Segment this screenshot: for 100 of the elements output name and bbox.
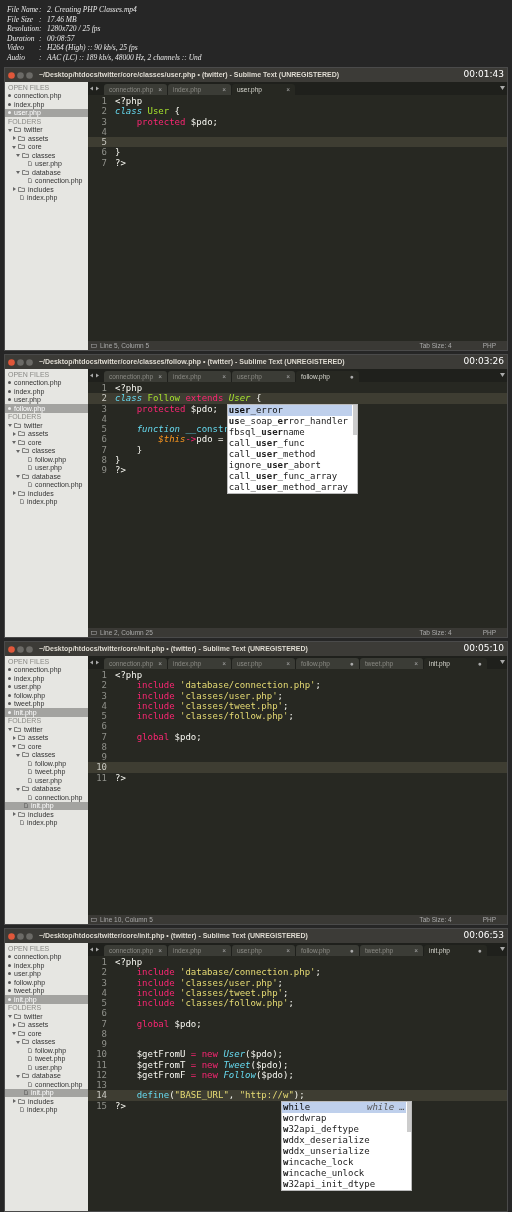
- bullet-icon: [8, 676, 11, 680]
- line-number: 2: [100, 106, 108, 117]
- bullet-icon: [8, 989, 11, 993]
- folder-icon: [18, 490, 25, 496]
- completion-item[interactable]: call_user_method_array: [227, 481, 352, 493]
- completion-item[interactable]: while while …: [281, 1101, 406, 1113]
- code-line: <?php: [115, 96, 143, 107]
- caret-down-icon: [500, 373, 505, 377]
- line-number: 7: [100, 731, 108, 742]
- caret-right-icon: [12, 187, 16, 192]
- completion-item[interactable]: fbsql_username: [227, 426, 352, 438]
- bullet-icon: [8, 111, 11, 115]
- line-number: 11: [95, 1059, 108, 1070]
- bullet-icon: [8, 997, 11, 1001]
- line-number: 2: [100, 967, 108, 978]
- line-number: 5: [100, 424, 108, 435]
- caret-down-icon: [8, 127, 12, 132]
- line-number: 12: [95, 1069, 108, 1080]
- video-timestamp: 00:05:10: [463, 642, 504, 656]
- line-number: 7: [100, 157, 108, 168]
- line-number: 11: [95, 772, 108, 783]
- close-icon: [8, 645, 15, 653]
- video-timestamp: 00:01:43: [463, 68, 504, 82]
- folder-icon: [18, 1098, 25, 1104]
- maximize-icon: [26, 71, 33, 79]
- line-number: 1: [100, 96, 108, 107]
- bullet-icon: [8, 685, 11, 689]
- caret-down-icon: [8, 1014, 12, 1019]
- completion-item[interactable]: wincache_unlock: [281, 1167, 406, 1179]
- bullet-icon: [8, 972, 11, 976]
- bullet-icon: [8, 693, 11, 697]
- code-line: <?php: [115, 383, 143, 394]
- file-icon: [28, 482, 32, 488]
- completion-item[interactable]: ignore_user_abort: [227, 459, 352, 471]
- completion-item[interactable]: wordwrap: [281, 1112, 406, 1124]
- scrollbar-thumb[interactable]: [406, 1101, 411, 1132]
- panel-icon: [91, 630, 97, 635]
- code-line: protected $pdo;: [135, 116, 218, 127]
- bullet-icon: [8, 102, 11, 106]
- line-number: 5: [100, 711, 108, 722]
- completion-item[interactable]: call_user_func: [227, 437, 352, 449]
- minimize-icon: [17, 358, 24, 366]
- bullet-icon: [8, 980, 11, 984]
- code-line: $getFromT = new Tweet($pdo);: [135, 1059, 289, 1070]
- line-number: 8: [100, 741, 108, 752]
- code-line: $getFromF = new Follow($pdo);: [135, 1069, 294, 1080]
- completion-item[interactable]: user_error: [227, 404, 352, 416]
- bullet-icon: [8, 710, 11, 714]
- minimize-icon: [17, 645, 24, 653]
- tab-scroll-icon: [90, 947, 101, 952]
- completion-item[interactable]: call_user_method: [227, 448, 352, 460]
- maximize-icon: [26, 645, 33, 653]
- code-line: ?>: [115, 1100, 126, 1111]
- caret-right-icon: [12, 136, 16, 141]
- line-number: 6: [100, 1008, 108, 1019]
- line-number: 5: [100, 998, 108, 1009]
- line-number: 6: [100, 147, 108, 158]
- tab-scroll-icon: [90, 373, 101, 378]
- bullet-icon: [8, 963, 11, 967]
- line-number: 8: [100, 1028, 108, 1039]
- completion-item[interactable]: w32api_init_dtype: [281, 1178, 406, 1190]
- folder-icon: [22, 786, 29, 792]
- caret-right-icon: [12, 491, 16, 496]
- completion-item[interactable]: wincache_lock: [281, 1156, 406, 1168]
- completion-item[interactable]: call_user_func_array: [227, 470, 352, 482]
- code-line: include 'classes/follow.php';: [135, 998, 294, 1009]
- panel-icon: [91, 343, 97, 348]
- caret-down-icon: [16, 786, 20, 791]
- line-number: 1: [100, 383, 108, 394]
- bullet-icon: [8, 381, 11, 385]
- tab-scroll-icon: [90, 86, 101, 91]
- completion-item[interactable]: use_soap_error_handler: [227, 415, 352, 427]
- code-line: define("BASE_URL", "http://w");: [135, 1090, 305, 1101]
- folder-icon: [22, 169, 29, 175]
- code-line: class Follow extends User {: [115, 393, 262, 404]
- completion-item[interactable]: wddx_deserialize: [281, 1134, 406, 1146]
- completion-item[interactable]: w32api_deftype: [281, 1123, 406, 1135]
- caret-down-icon: [500, 947, 505, 951]
- bullet-icon: [8, 94, 11, 98]
- scrollbar-thumb[interactable]: [352, 404, 357, 435]
- completion-item[interactable]: wddx_unserialize: [281, 1145, 406, 1157]
- line-number: 15: [95, 1100, 108, 1111]
- file-icon: [20, 195, 24, 201]
- code-line: include 'classes/tweet.php';: [135, 700, 289, 711]
- caret-right-icon: [12, 812, 16, 817]
- folder-icon: [22, 1073, 29, 1079]
- caret-down-icon: [16, 170, 20, 175]
- caret-down-icon: [500, 660, 505, 664]
- line-number: 6: [100, 434, 108, 445]
- code-line: ?>: [115, 772, 126, 783]
- line-number: 10: [95, 1049, 108, 1060]
- line-number: 9: [100, 1039, 108, 1050]
- code-line: }: [135, 444, 143, 455]
- line-number: 4: [100, 700, 108, 711]
- code-line: include 'classes/follow.php';: [135, 711, 294, 722]
- bullet-icon: [8, 668, 11, 672]
- code-line: <?php: [115, 957, 143, 968]
- caret-down-icon: [16, 1073, 20, 1078]
- code-line: }: [115, 147, 121, 158]
- code-line: }: [115, 454, 121, 465]
